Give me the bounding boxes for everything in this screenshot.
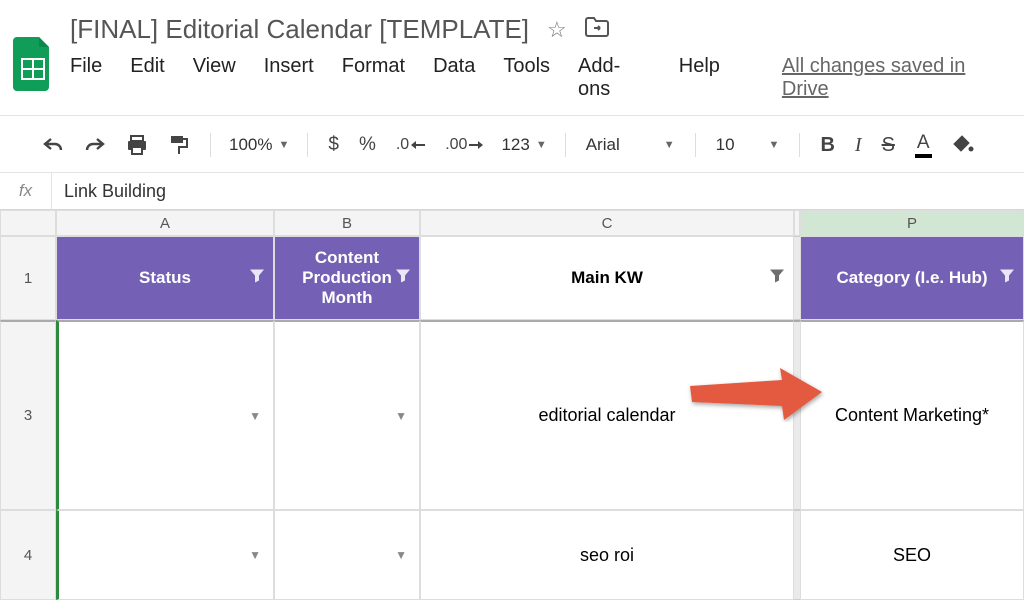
formula-bar: fx Link Building (0, 172, 1024, 210)
select-all-corner[interactable] (0, 210, 56, 236)
menu-format[interactable]: Format (342, 55, 405, 101)
bold-button[interactable]: B (814, 130, 840, 161)
header-status-label: Status (139, 268, 191, 288)
fill-color-button[interactable] (946, 130, 980, 160)
menu-help[interactable]: Help (679, 55, 720, 101)
document-title[interactable]: [FINAL] Editorial Calendar [TEMPLATE] (70, 14, 529, 45)
percent-button[interactable]: % (353, 130, 382, 160)
fx-value[interactable]: Link Building (52, 181, 178, 202)
sheet-grid: A B C P 1 Status Content Production Mont… (0, 210, 1024, 600)
move-folder-icon[interactable] (585, 17, 609, 42)
cell-p3[interactable]: Content Marketing* (800, 320, 1024, 510)
cell-b4[interactable]: ▼ (274, 510, 420, 600)
decrease-decimal-button[interactable]: .0 (390, 132, 431, 158)
menu-data[interactable]: Data (433, 55, 475, 101)
cell-b3[interactable]: ▼ (274, 320, 420, 510)
font-select[interactable]: Arial▼ (580, 135, 681, 155)
cell-p4[interactable]: SEO (800, 510, 1024, 600)
header-main-kw[interactable]: Main KW (420, 236, 794, 320)
fx-label: fx (0, 172, 52, 210)
dropdown-icon[interactable]: ▼ (395, 409, 407, 423)
filter-icon[interactable] (249, 268, 265, 289)
undo-button[interactable] (36, 132, 70, 158)
cell-c3[interactable]: editorial calendar (420, 320, 794, 510)
menu-insert[interactable]: Insert (264, 55, 314, 101)
filter-icon[interactable] (395, 268, 411, 289)
menubar: File Edit View Insert Format Data Tools … (70, 45, 1012, 113)
header-production-month-label: Content Production Month (302, 248, 392, 308)
sheets-logo (12, 36, 54, 92)
font-size-select[interactable]: 10▼ (710, 135, 786, 155)
zoom-select[interactable]: 100%▼ (225, 135, 293, 155)
col-head-c[interactable]: C (420, 210, 794, 236)
cell-a3[interactable]: ▼ (56, 320, 274, 510)
header-category[interactable]: Category (I.e. Hub) (800, 236, 1024, 320)
menu-addons[interactable]: Add-ons (578, 55, 651, 101)
header-status[interactable]: Status (56, 236, 274, 320)
col-head-b[interactable]: B (274, 210, 420, 236)
filter-icon[interactable] (769, 268, 785, 289)
cell-a4[interactable]: ▼ (56, 510, 274, 600)
col-head-p[interactable]: P (800, 210, 1024, 236)
filter-icon[interactable] (999, 268, 1015, 289)
col-head-a[interactable]: A (56, 210, 274, 236)
dropdown-icon[interactable]: ▼ (395, 548, 407, 562)
strike-button[interactable]: S (876, 130, 901, 161)
print-button[interactable] (120, 130, 154, 160)
dropdown-icon[interactable]: ▼ (249, 548, 261, 562)
header-production-month[interactable]: Content Production Month (274, 236, 420, 320)
menu-edit[interactable]: Edit (130, 55, 164, 101)
menu-view[interactable]: View (193, 55, 236, 101)
increase-decimal-button[interactable]: .00 (439, 132, 489, 158)
row-head-4[interactable]: 4 (0, 510, 56, 600)
row-head-1[interactable]: 1 (0, 236, 56, 320)
paint-format-button[interactable] (162, 130, 196, 160)
row-head-3[interactable]: 3 (0, 320, 56, 510)
menu-tools[interactable]: Tools (503, 55, 550, 101)
save-status[interactable]: All changes saved in Drive (782, 55, 1012, 101)
dropdown-icon[interactable]: ▼ (249, 409, 261, 423)
toolbar: 100%▼ $ % .0 .00 123▼ Arial▼ 10▼ B I S A (0, 115, 1024, 172)
text-color-button[interactable]: A (909, 128, 938, 162)
italic-button[interactable]: I (849, 130, 868, 161)
redo-button[interactable] (78, 132, 112, 158)
cell-c4[interactable]: seo roi (420, 510, 794, 600)
format-more-button[interactable]: 123▼ (497, 135, 550, 155)
currency-button[interactable]: $ (322, 130, 345, 160)
header-category-label: Category (I.e. Hub) (836, 268, 987, 288)
star-icon[interactable]: ☆ (547, 17, 567, 43)
menu-file[interactable]: File (70, 55, 102, 101)
header-main-kw-label: Main KW (571, 268, 643, 288)
